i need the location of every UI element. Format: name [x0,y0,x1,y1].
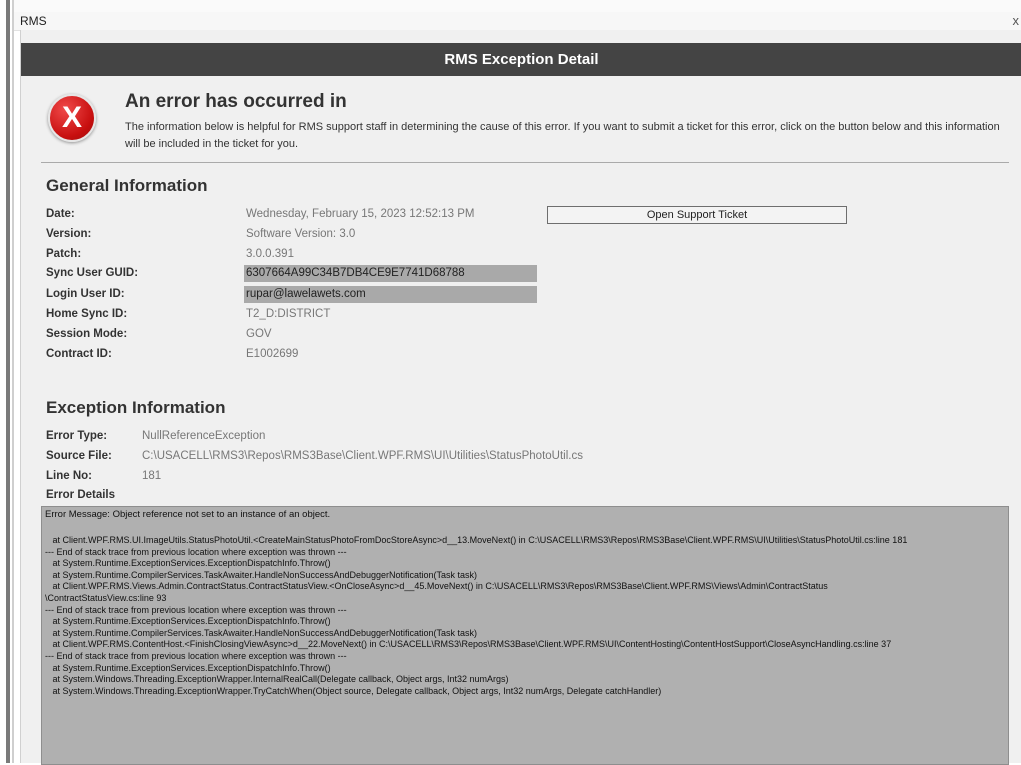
session-mode-label: Session Mode: [46,328,128,340]
contract-id-value: E1002699 [246,348,299,360]
error-type-label: Error Type: [46,430,108,442]
line-no-label: Line No: [46,470,92,482]
exception-dialog: RMS Exception Detail X An error has occu… [20,30,1021,765]
login-user-id-value[interactable]: rupar@lawelawets.com [244,286,537,303]
date-value: Wednesday, February 15, 2023 12:52:13 PM [246,208,475,220]
open-support-ticket-button[interactable]: Open Support Ticket [547,206,847,224]
window-titlebar[interactable]: RMS x [14,12,1021,31]
error-title: An error has occurred in [125,91,347,112]
contract-id-label: Contract ID: [46,348,112,360]
error-details-textbox[interactable]: Error Message: Object reference not set … [41,506,1009,765]
window-border-inner [12,0,14,763]
source-file-value: C:\USACELL\RMS3\Repos\RMS3Base\Client.WP… [142,450,583,462]
error-icon: X [48,94,96,142]
error-message: Error Message: Object reference not set … [45,509,331,520]
patch-label: Patch: [46,248,82,260]
close-icon[interactable]: x [1013,13,1020,28]
version-value: Software Version: 3.0 [246,228,356,240]
error-details-label: Error Details [46,489,116,501]
stack-trace: at Client.WPF.RMS.UI.ImageUtils.StatusPh… [45,535,908,696]
source-file-label: Source File: [46,450,112,462]
section-divider [41,162,1009,163]
login-user-id-label: Login User ID: [46,288,125,300]
line-no-value: 181 [142,470,162,482]
version-label: Version: [46,228,92,240]
home-sync-id-value: T2_D:DISTRICT [246,308,331,320]
general-information-title: General Information [46,176,208,195]
patch-value: 3.0.0.391 [246,248,294,260]
home-sync-id-label: Home Sync ID: [46,308,128,320]
session-mode-value: GOV [246,328,272,340]
sync-user-guid-value[interactable]: 6307664A99C34B7DB4CE9E7741D68788 [244,265,537,282]
top-strip [14,0,1021,12]
error-description: The information below is helpful for RMS… [125,121,1000,150]
error-type-value: NullReferenceException [142,430,266,442]
dialog-header: RMS Exception Detail [21,43,1021,76]
exception-information-title: Exception Information [46,398,226,417]
sync-user-guid-label: Sync User GUID: [46,267,139,279]
window-title: RMS [20,14,47,28]
error-icon-glyph: X [61,101,82,134]
date-label: Date: [46,208,75,220]
window-border [6,0,10,763]
